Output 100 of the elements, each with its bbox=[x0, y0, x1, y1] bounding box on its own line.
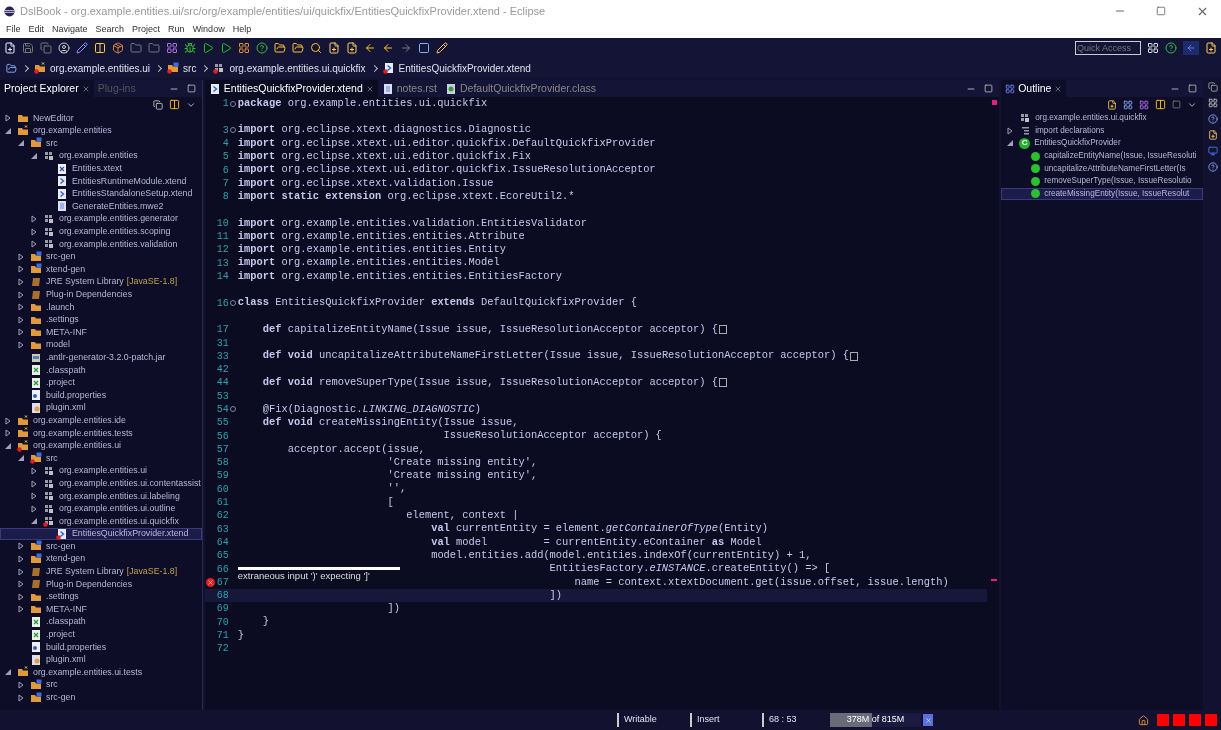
collapsed-arrow-icon[interactable] bbox=[4, 429, 12, 438]
tree-item[interactable]: src-gen bbox=[0, 540, 202, 553]
tree-item[interactable]: src bbox=[0, 452, 202, 465]
menu-item[interactable]: Edit bbox=[24, 23, 49, 37]
menu-item[interactable]: Search bbox=[91, 23, 129, 37]
editor-tab[interactable]: DefaultQuickfixProvider.class bbox=[441, 80, 600, 97]
folded-code-icon[interactable] bbox=[719, 325, 727, 335]
collapsed-arrow-icon[interactable] bbox=[17, 315, 25, 324]
tree-item[interactable]: Plug-in Dependencies bbox=[0, 577, 202, 591]
tree-item[interactable]: uncapitalizeAttributeNameFirstLetter(Is bbox=[1001, 162, 1203, 175]
tree-item[interactable]: capitalizeEntityName(Issue, IssueResoluti bbox=[1001, 149, 1203, 163]
tree-item[interactable]: Entities.xtext bbox=[0, 162, 202, 175]
menu-item[interactable]: File bbox=[2, 23, 25, 37]
focus-icon[interactable] bbox=[1172, 100, 1181, 109]
menu-item[interactable]: Project bbox=[128, 23, 165, 37]
tree-item[interactable]: Plug-in Dependencies bbox=[0, 288, 202, 301]
collapsed-arrow-icon[interactable] bbox=[17, 278, 25, 286]
collapsed-arrow-icon[interactable] bbox=[4, 416, 12, 425]
collapsed-arrow-icon[interactable] bbox=[17, 290, 25, 299]
tree-item[interactable]: .project bbox=[0, 628, 202, 641]
folder-icon[interactable] bbox=[274, 42, 286, 54]
tree-item[interactable]: createMissingEntity(Issue, IssueResolut bbox=[1001, 187, 1203, 201]
panel-icon[interactable] bbox=[418, 42, 430, 54]
expanded-arrow-icon[interactable] bbox=[30, 517, 38, 526]
collapsed-arrow-icon[interactable] bbox=[30, 479, 38, 488]
tree-item[interactable]: src bbox=[0, 137, 202, 150]
run-icon[interactable] bbox=[202, 42, 214, 54]
tree-item[interactable]: EntitiesRuntimeModule.xtend bbox=[0, 174, 202, 188]
tree-item[interactable]: .launch bbox=[0, 300, 202, 314]
close-icon[interactable] bbox=[365, 84, 374, 93]
collapsed-arrow-icon[interactable] bbox=[17, 592, 25, 601]
menu-item[interactable]: Window bbox=[188, 23, 229, 37]
collapsed-arrow-icon[interactable] bbox=[17, 303, 25, 312]
tree-item[interactable]: .project bbox=[0, 376, 202, 390]
tree-item[interactable]: plugin.xml bbox=[0, 653, 202, 667]
tree-item[interactable]: META-INF bbox=[0, 603, 202, 616]
folder-icon[interactable] bbox=[6, 62, 17, 74]
tree-item[interactable]: org.example.entities.ui.quickfix bbox=[0, 515, 202, 528]
tree-item[interactable]: JRE System Library [JavaSE-1.8] bbox=[0, 275, 202, 289]
collapsed-arrow-icon[interactable] bbox=[17, 681, 25, 689]
collapsed-arrow-icon[interactable] bbox=[30, 215, 38, 224]
close-icon[interactable] bbox=[1054, 84, 1063, 93]
collapsed-arrow-icon[interactable] bbox=[30, 504, 38, 513]
tree-item[interactable]: .classpath bbox=[0, 615, 202, 629]
tree-item[interactable]: .settings bbox=[0, 313, 202, 327]
grid-icon[interactable] bbox=[238, 42, 250, 54]
collapsed-arrow-icon[interactable] bbox=[4, 114, 12, 123]
tree-item[interactable]: build.properties bbox=[0, 389, 202, 402]
tree-item[interactable]: org.example.entities.ide bbox=[0, 414, 202, 427]
menu-item[interactable]: Run bbox=[164, 23, 189, 37]
tree-item[interactable]: src-gen bbox=[0, 250, 202, 264]
expanded-arrow-icon[interactable] bbox=[30, 152, 38, 161]
collapsed-arrow-icon[interactable] bbox=[17, 693, 25, 702]
tree-item[interactable]: org.example.entities.ui bbox=[0, 464, 202, 478]
tree-item[interactable]: org.example.entities bbox=[0, 149, 202, 163]
tree-item[interactable]: plugin.xml bbox=[0, 401, 202, 415]
tree-item[interactable]: org.example.entities bbox=[0, 124, 202, 138]
search-icon[interactable] bbox=[310, 42, 322, 54]
collapsed-arrow-icon[interactable] bbox=[30, 240, 38, 249]
perspective-button[interactable] bbox=[1183, 41, 1199, 55]
back-icon[interactable] bbox=[364, 42, 376, 54]
tree-item[interactable]: org.example.entities.scoping bbox=[0, 225, 202, 238]
collapsed-arrow-icon[interactable] bbox=[17, 265, 25, 274]
new-file-icon[interactable] bbox=[4, 42, 16, 54]
breadcrumb-item[interactable]: org.example.entities.ui.quickfix bbox=[229, 60, 366, 76]
tree-item[interactable]: org.example.entities.validation bbox=[0, 237, 202, 251]
quick-access-field[interactable]: Quick Access bbox=[1075, 41, 1141, 55]
pen-icon[interactable] bbox=[436, 42, 448, 54]
debug-icon[interactable] bbox=[184, 42, 196, 54]
file-icon[interactable] bbox=[1205, 42, 1217, 54]
folded-code-icon[interactable] bbox=[719, 378, 727, 388]
tree-item[interactable]: import declarations bbox=[1001, 124, 1203, 138]
expanded-arrow-icon[interactable] bbox=[4, 668, 12, 677]
monitor-icon[interactable] bbox=[1208, 146, 1218, 156]
tree-item[interactable]: xtend-gen bbox=[0, 263, 202, 276]
tree-item[interactable]: xtend-gen bbox=[0, 552, 202, 566]
tree-item[interactable]: .settings bbox=[0, 590, 202, 604]
expanded-arrow-icon[interactable] bbox=[4, 126, 12, 135]
tree-item[interactable]: .antlr-generator-3.2.0-patch.jar bbox=[0, 351, 202, 364]
collapsed-arrow-icon[interactable] bbox=[17, 341, 25, 349]
tree-item[interactable]: build.properties bbox=[0, 640, 202, 654]
restore-icon[interactable] bbox=[1208, 82, 1218, 92]
tree-item[interactable]: .classpath bbox=[0, 363, 202, 377]
collapsed-arrow-icon[interactable] bbox=[1006, 126, 1015, 135]
folded-code-icon[interactable] bbox=[849, 351, 858, 361]
collapsed-arrow-icon[interactable] bbox=[17, 580, 25, 589]
menu-item[interactable]: Navigate bbox=[48, 23, 92, 37]
tree-item[interactable]: EntitiesQuickfixProvider.xtend bbox=[0, 527, 202, 541]
expanded-arrow-icon[interactable] bbox=[17, 454, 25, 463]
editor-tab[interactable]: EntitiesQuickfixProvider.xtend bbox=[204, 80, 378, 97]
view-tab[interactable]: Project Explorer bbox=[0, 80, 94, 97]
tree-item[interactable]: NewEditor bbox=[0, 112, 202, 125]
tree-item[interactable]: org.example.entities.ui.outline bbox=[0, 502, 202, 515]
tree-item[interactable]: org.example.entities.ui.contentassist bbox=[0, 477, 202, 490]
breadcrumb-item[interactable]: src bbox=[183, 60, 197, 76]
tree-item[interactable]: org.example.entities.generator bbox=[0, 212, 202, 226]
expanded-arrow-icon[interactable] bbox=[17, 139, 25, 148]
collapsed-arrow-icon[interactable] bbox=[30, 227, 38, 236]
collapsed-arrow-icon[interactable] bbox=[17, 252, 25, 261]
editor-tab[interactable]: notes.rst bbox=[377, 80, 441, 97]
